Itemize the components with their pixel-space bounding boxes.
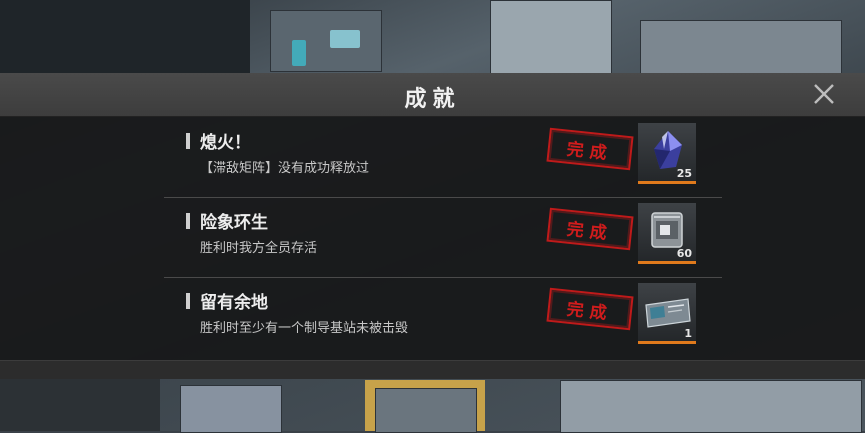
achievement-dialog: 成就 熄火！ 【滞敌矩阵】没有成功释放过 完成 25 险象环生 胜利时我方全员存…	[0, 73, 865, 379]
achievement-name: 险象环生	[200, 213, 268, 233]
close-button[interactable]	[811, 81, 837, 107]
reward-item[interactable]: 60	[638, 203, 696, 264]
complete-stamp: 完成	[546, 287, 634, 331]
achievement-row: 留有余地 胜利时至少有一个制导基站未被击毁 完成 1	[164, 279, 722, 357]
title-marker	[186, 213, 190, 229]
title-marker	[186, 133, 190, 149]
title-marker	[186, 293, 190, 309]
reward-count: 1	[684, 327, 692, 340]
reward-item[interactable]: 1	[638, 283, 696, 344]
reward-count: 60	[676, 247, 692, 260]
achievement-row: 险象环生 胜利时我方全员存活 完成 60	[164, 199, 722, 278]
achievement-name: 留有余地	[200, 293, 268, 313]
complete-stamp: 完成	[546, 127, 634, 171]
achievement-name: 熄火！	[200, 133, 251, 153]
reward-count: 25	[676, 167, 692, 180]
dialog-header: 成就	[0, 73, 865, 117]
dialog-title: 成就	[404, 87, 461, 112]
reward-item[interactable]: 25	[638, 123, 696, 184]
achievement-description: 【滞敌矩阵】没有成功释放过	[200, 161, 370, 176]
achievement-description: 胜利时我方全员存活	[200, 241, 318, 256]
achievement-description: 胜利时至少有一个制导基站未被击毁	[200, 321, 409, 336]
achievement-row: 熄火！ 【滞敌矩阵】没有成功释放过 完成 25	[164, 119, 722, 198]
dialog-footer	[0, 360, 865, 379]
complete-stamp: 完成	[546, 207, 634, 251]
close-icon	[814, 84, 834, 104]
